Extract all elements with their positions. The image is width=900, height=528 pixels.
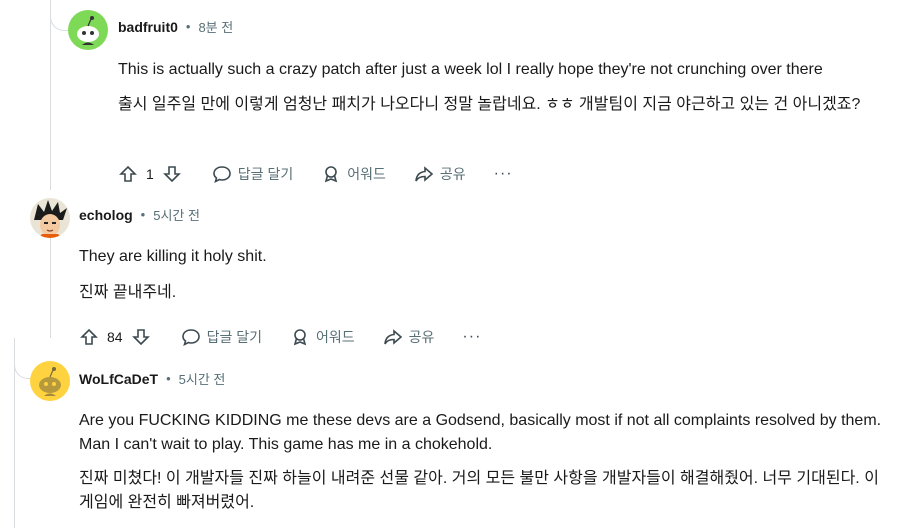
share-label: 공유 — [408, 329, 435, 345]
avatar[interactable] — [68, 10, 108, 50]
share-button[interactable]: 공유 — [414, 164, 466, 184]
award-icon — [325, 166, 338, 183]
comment-bubble-icon — [181, 329, 200, 347]
snoo-avatar-icon — [39, 367, 61, 396]
comment-text-english: Are you FUCKING KIDDING me these devs ar… — [79, 412, 882, 453]
comment-text-english: This is actually such a crazy patch afte… — [118, 61, 823, 78]
downvote-icon[interactable] — [162, 164, 182, 184]
reply-label: 답글 달기 — [206, 329, 262, 345]
author-name[interactable]: WoLfCaDeT — [79, 371, 158, 387]
author-name[interactable]: badfruit0 — [118, 19, 178, 35]
more-options-button[interactable]: ··· — [494, 165, 513, 183]
vote-count: 1 — [146, 166, 154, 182]
avatar[interactable] — [30, 198, 70, 238]
thread-connector — [14, 340, 31, 379]
award-button[interactable]: 어워드 — [321, 164, 386, 184]
upvote-icon[interactable] — [118, 164, 138, 184]
downvote-icon[interactable] — [131, 327, 151, 347]
vote-count: 84 — [107, 329, 123, 345]
snoo-avatar-icon — [77, 16, 99, 45]
award-label: 어워드 — [316, 329, 355, 345]
award-button[interactable]: 어워드 — [290, 327, 355, 347]
separator-dot: • — [140, 207, 146, 222]
thread-line — [50, 0, 51, 190]
comment-text-korean: 진짜 끝내주네. — [79, 284, 177, 301]
author-name[interactable]: echolog — [79, 207, 133, 223]
timestamp[interactable]: 5시간 전 — [153, 205, 200, 224]
thread-line — [50, 238, 51, 338]
timestamp[interactable]: 5시간 전 — [179, 369, 226, 388]
timestamp[interactable]: 8분 전 — [198, 17, 233, 36]
comment-bubble-icon — [212, 166, 231, 184]
reply-button[interactable]: 답글 달기 — [181, 327, 262, 347]
share-button[interactable]: 공유 — [383, 327, 435, 347]
comment-text-korean: 진짜 미쳤다! 이 개발자들 진짜 하늘이 내려준 선물 같아. 거의 모든 불… — [79, 470, 879, 511]
character-avatar-icon — [34, 200, 67, 238]
reply-label: 답글 달기 — [237, 166, 294, 182]
share-label: 공유 — [439, 166, 466, 182]
share-icon — [383, 329, 402, 345]
reply-button[interactable]: 답글 달기 — [212, 164, 293, 184]
comment-text-english: They are killing it holy shit. — [79, 248, 267, 265]
separator-dot: • — [166, 371, 171, 386]
more-options-button[interactable]: ··· — [462, 328, 481, 346]
upvote-icon[interactable] — [79, 327, 99, 347]
separator-dot: • — [185, 19, 191, 34]
award-label: 어워드 — [347, 166, 386, 182]
share-icon — [415, 166, 434, 182]
comment-text-korean: 출시 일주일 만에 이렇게 엄청난 패치가 나오다니 정말 놀랍네요. ㅎㅎ 개… — [118, 96, 861, 113]
avatar[interactable] — [30, 361, 70, 401]
award-icon — [293, 329, 307, 346]
